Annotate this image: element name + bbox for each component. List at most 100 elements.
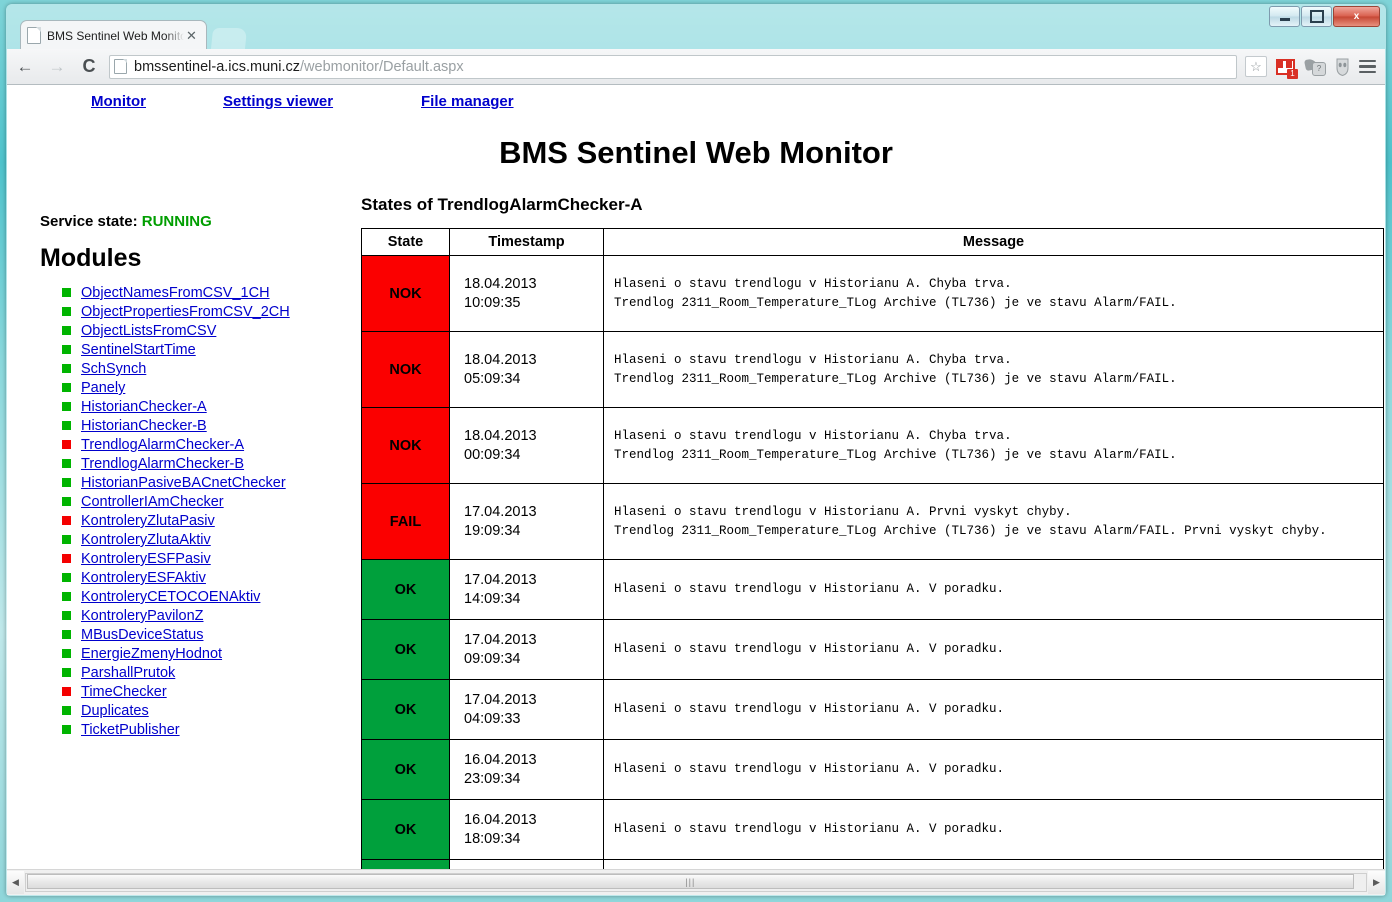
- scrollbar-thumb[interactable]: |||: [27, 874, 1354, 889]
- gmail-icon[interactable]: 1: [1276, 58, 1298, 79]
- chrome-menu-icon[interactable]: [1359, 59, 1376, 74]
- tab-title: BMS Sentinel Web Monito: [47, 28, 184, 43]
- url-host: bmssentinel-a.ics.muni.cz: [134, 58, 300, 75]
- tab-bms-sentinel[interactable]: BMS Sentinel Web Monito ✕: [20, 20, 207, 50]
- mask-extension-icon[interactable]: [1335, 58, 1350, 76]
- timestamp-cell: 17.04.2013 04:09:33: [449, 679, 604, 740]
- nav-link-monitor[interactable]: Monitor: [91, 93, 146, 110]
- status-square-ok-icon: [62, 383, 71, 392]
- module-link[interactable]: KontroleryZlutaAktiv: [81, 532, 211, 548]
- module-link[interactable]: TrendlogAlarmChecker-A: [81, 437, 244, 453]
- list-item: KontroleryZlutaPasiv: [62, 511, 350, 530]
- module-link[interactable]: KontroleryPavilonZ: [81, 608, 204, 624]
- states-table: State Timestamp Message NOK 18.04.2013 10:…: [361, 228, 1384, 870]
- table-row: OK 16.04.2013 18:09:34 Hlaseni o stavu tren…: [361, 799, 1384, 860]
- status-square-ok-icon: [62, 459, 71, 468]
- column-header-state: State: [361, 228, 450, 256]
- status-square-ok-icon: [62, 649, 71, 658]
- module-link[interactable]: KontroleryESFPasiv: [81, 551, 211, 567]
- module-link[interactable]: HistorianChecker-B: [81, 418, 207, 434]
- page-favicon-icon: [27, 27, 41, 44]
- message-line: Trendlog 2311_Room_Temperature_TLog Arch…: [614, 523, 1327, 538]
- module-link[interactable]: TrendlogAlarmChecker-B: [81, 456, 244, 472]
- module-link[interactable]: SchSynch: [81, 361, 146, 377]
- status-badge: NOK: [361, 255, 450, 332]
- message-line: Hlaseni o stavu trendlogu v Historianu A…: [614, 822, 1005, 836]
- timestamp-time: 04:09:33: [464, 710, 521, 727]
- message-line: Hlaseni o stavu trendlogu v Historianu A…: [614, 352, 1012, 367]
- timestamp-cell: 17.04.2013 19:09:34: [449, 483, 604, 560]
- module-link[interactable]: SentinelStartTime: [81, 342, 196, 358]
- module-link[interactable]: HistorianChecker-A: [81, 399, 207, 415]
- timestamp-time: 00:09:34: [464, 446, 521, 463]
- forward-icon[interactable]: →: [43, 53, 71, 81]
- table-row: OK 17.04.2013 04:09:33 Hlaseni o stavu tren…: [361, 679, 1384, 740]
- module-link[interactable]: MBusDeviceStatus: [81, 627, 204, 643]
- module-link[interactable]: ControllerIAmChecker: [81, 494, 224, 510]
- module-link[interactable]: TicketPublisher: [81, 722, 180, 738]
- list-item: MBusDeviceStatus: [62, 625, 350, 644]
- states-heading: States of TrendlogAlarmChecker-A: [361, 195, 643, 214]
- module-link[interactable]: ObjectNamesFromCSV_1CH: [81, 285, 270, 301]
- module-link[interactable]: Panely: [81, 380, 125, 396]
- module-link[interactable]: EnergieZmenyHodnot: [81, 646, 222, 662]
- column-header-message: Message: [603, 228, 1384, 256]
- status-square-ok-icon: [62, 611, 71, 620]
- list-item: HistorianPasiveBACnetChecker: [62, 473, 350, 492]
- status-square-ok-icon: [62, 535, 71, 544]
- close-tab-icon[interactable]: ✕: [186, 29, 197, 42]
- message-line: Hlaseni o stavu trendlogu v Historianu A…: [614, 762, 1005, 776]
- module-link[interactable]: HistorianPasiveBACnetChecker: [81, 475, 286, 491]
- module-link[interactable]: ObjectListsFromCSV: [81, 323, 216, 339]
- list-item: TrendlogAlarmChecker-B: [62, 454, 350, 473]
- module-link[interactable]: KontroleryZlutaPasiv: [81, 513, 215, 529]
- module-link[interactable]: Duplicates: [81, 703, 149, 719]
- list-item: SentinelStartTime: [62, 340, 350, 359]
- timestamp-date: 17.04.2013: [464, 691, 537, 708]
- list-item: Panely: [62, 378, 350, 397]
- status-square-ok-icon: [62, 288, 71, 297]
- message-cell: Hlaseni o stavu trendlogu v Historianu A…: [603, 407, 1384, 484]
- table-row: NOK 18.04.2013 10:09:35 Hlaseni o stavu tre…: [361, 255, 1384, 332]
- module-link[interactable]: KontroleryESFAktiv: [81, 570, 206, 586]
- table-row: OK 17.04.2013 09:09:34 Hlaseni o stavu tren…: [361, 619, 1384, 680]
- nav-link-settings-viewer[interactable]: Settings viewer: [223, 93, 333, 110]
- list-item: ObjectNamesFromCSV_1CH: [62, 283, 350, 302]
- status-badge: OK: [361, 559, 450, 620]
- scrollbar-track[interactable]: |||: [25, 873, 1367, 892]
- timestamp-date: 17.04.2013: [464, 503, 537, 520]
- list-item: ParshallPrutok: [62, 663, 350, 682]
- url-path: /webmonitor/Default.aspx: [300, 58, 464, 75]
- modules-heading: Modules: [40, 244, 142, 272]
- module-link[interactable]: KontroleryCETOCOENAktiv: [81, 589, 260, 605]
- message-line: Hlaseni o stavu trendlogu v Historianu A…: [614, 428, 1012, 443]
- timestamp-time: 23:09:34: [464, 770, 521, 787]
- list-item: KontroleryCETOCOENAktiv: [62, 587, 350, 606]
- reload-icon[interactable]: C: [75, 53, 103, 81]
- back-icon[interactable]: ←: [11, 53, 39, 81]
- page-title: BMS Sentinel Web Monitor: [499, 135, 893, 170]
- bookmark-star-icon[interactable]: ☆: [1245, 56, 1267, 77]
- column-header-timestamp: Timestamp: [449, 228, 604, 256]
- list-item: EnergieZmenyHodnot: [62, 644, 350, 663]
- module-link[interactable]: ParshallPrutok: [81, 665, 175, 681]
- service-state: Service state: RUNNING: [40, 213, 350, 230]
- new-tab-button[interactable]: [210, 28, 248, 50]
- address-bar[interactable]: bmssentinel-a.ics.muni.cz/webmonitor/Def…: [109, 54, 1237, 79]
- list-item: TimeChecker: [62, 682, 350, 701]
- list-item: ObjectPropertiesFromCSV_2CH: [62, 302, 350, 321]
- message-line: Trendlog 2311_Room_Temperature_TLog Arch…: [614, 295, 1177, 310]
- status-square-ok-icon: [62, 497, 71, 506]
- scroll-left-icon[interactable]: ◀: [7, 871, 24, 894]
- status-square-ok-icon: [62, 345, 71, 354]
- message-cell: Hlaseni o stavu trendlogu v Historianu A…: [603, 255, 1384, 332]
- nav-link-file-manager[interactable]: File manager: [421, 93, 514, 110]
- extension-help-icon[interactable]: ?: [1303, 57, 1326, 76]
- scroll-right-icon[interactable]: ▶: [1368, 871, 1385, 894]
- horizontal-scrollbar[interactable]: ◀ ||| ▶: [7, 869, 1385, 895]
- module-list: ObjectNamesFromCSV_1CH ObjectPropertiesFr…: [40, 283, 350, 739]
- message-line: Hlaseni o stavu trendlogu v Historianu A…: [614, 276, 1012, 291]
- module-link[interactable]: ObjectPropertiesFromCSV_2CH: [81, 304, 290, 320]
- timestamp-cell: 16.04.2013 23:09:34: [449, 739, 604, 800]
- module-link[interactable]: TimeChecker: [81, 684, 167, 700]
